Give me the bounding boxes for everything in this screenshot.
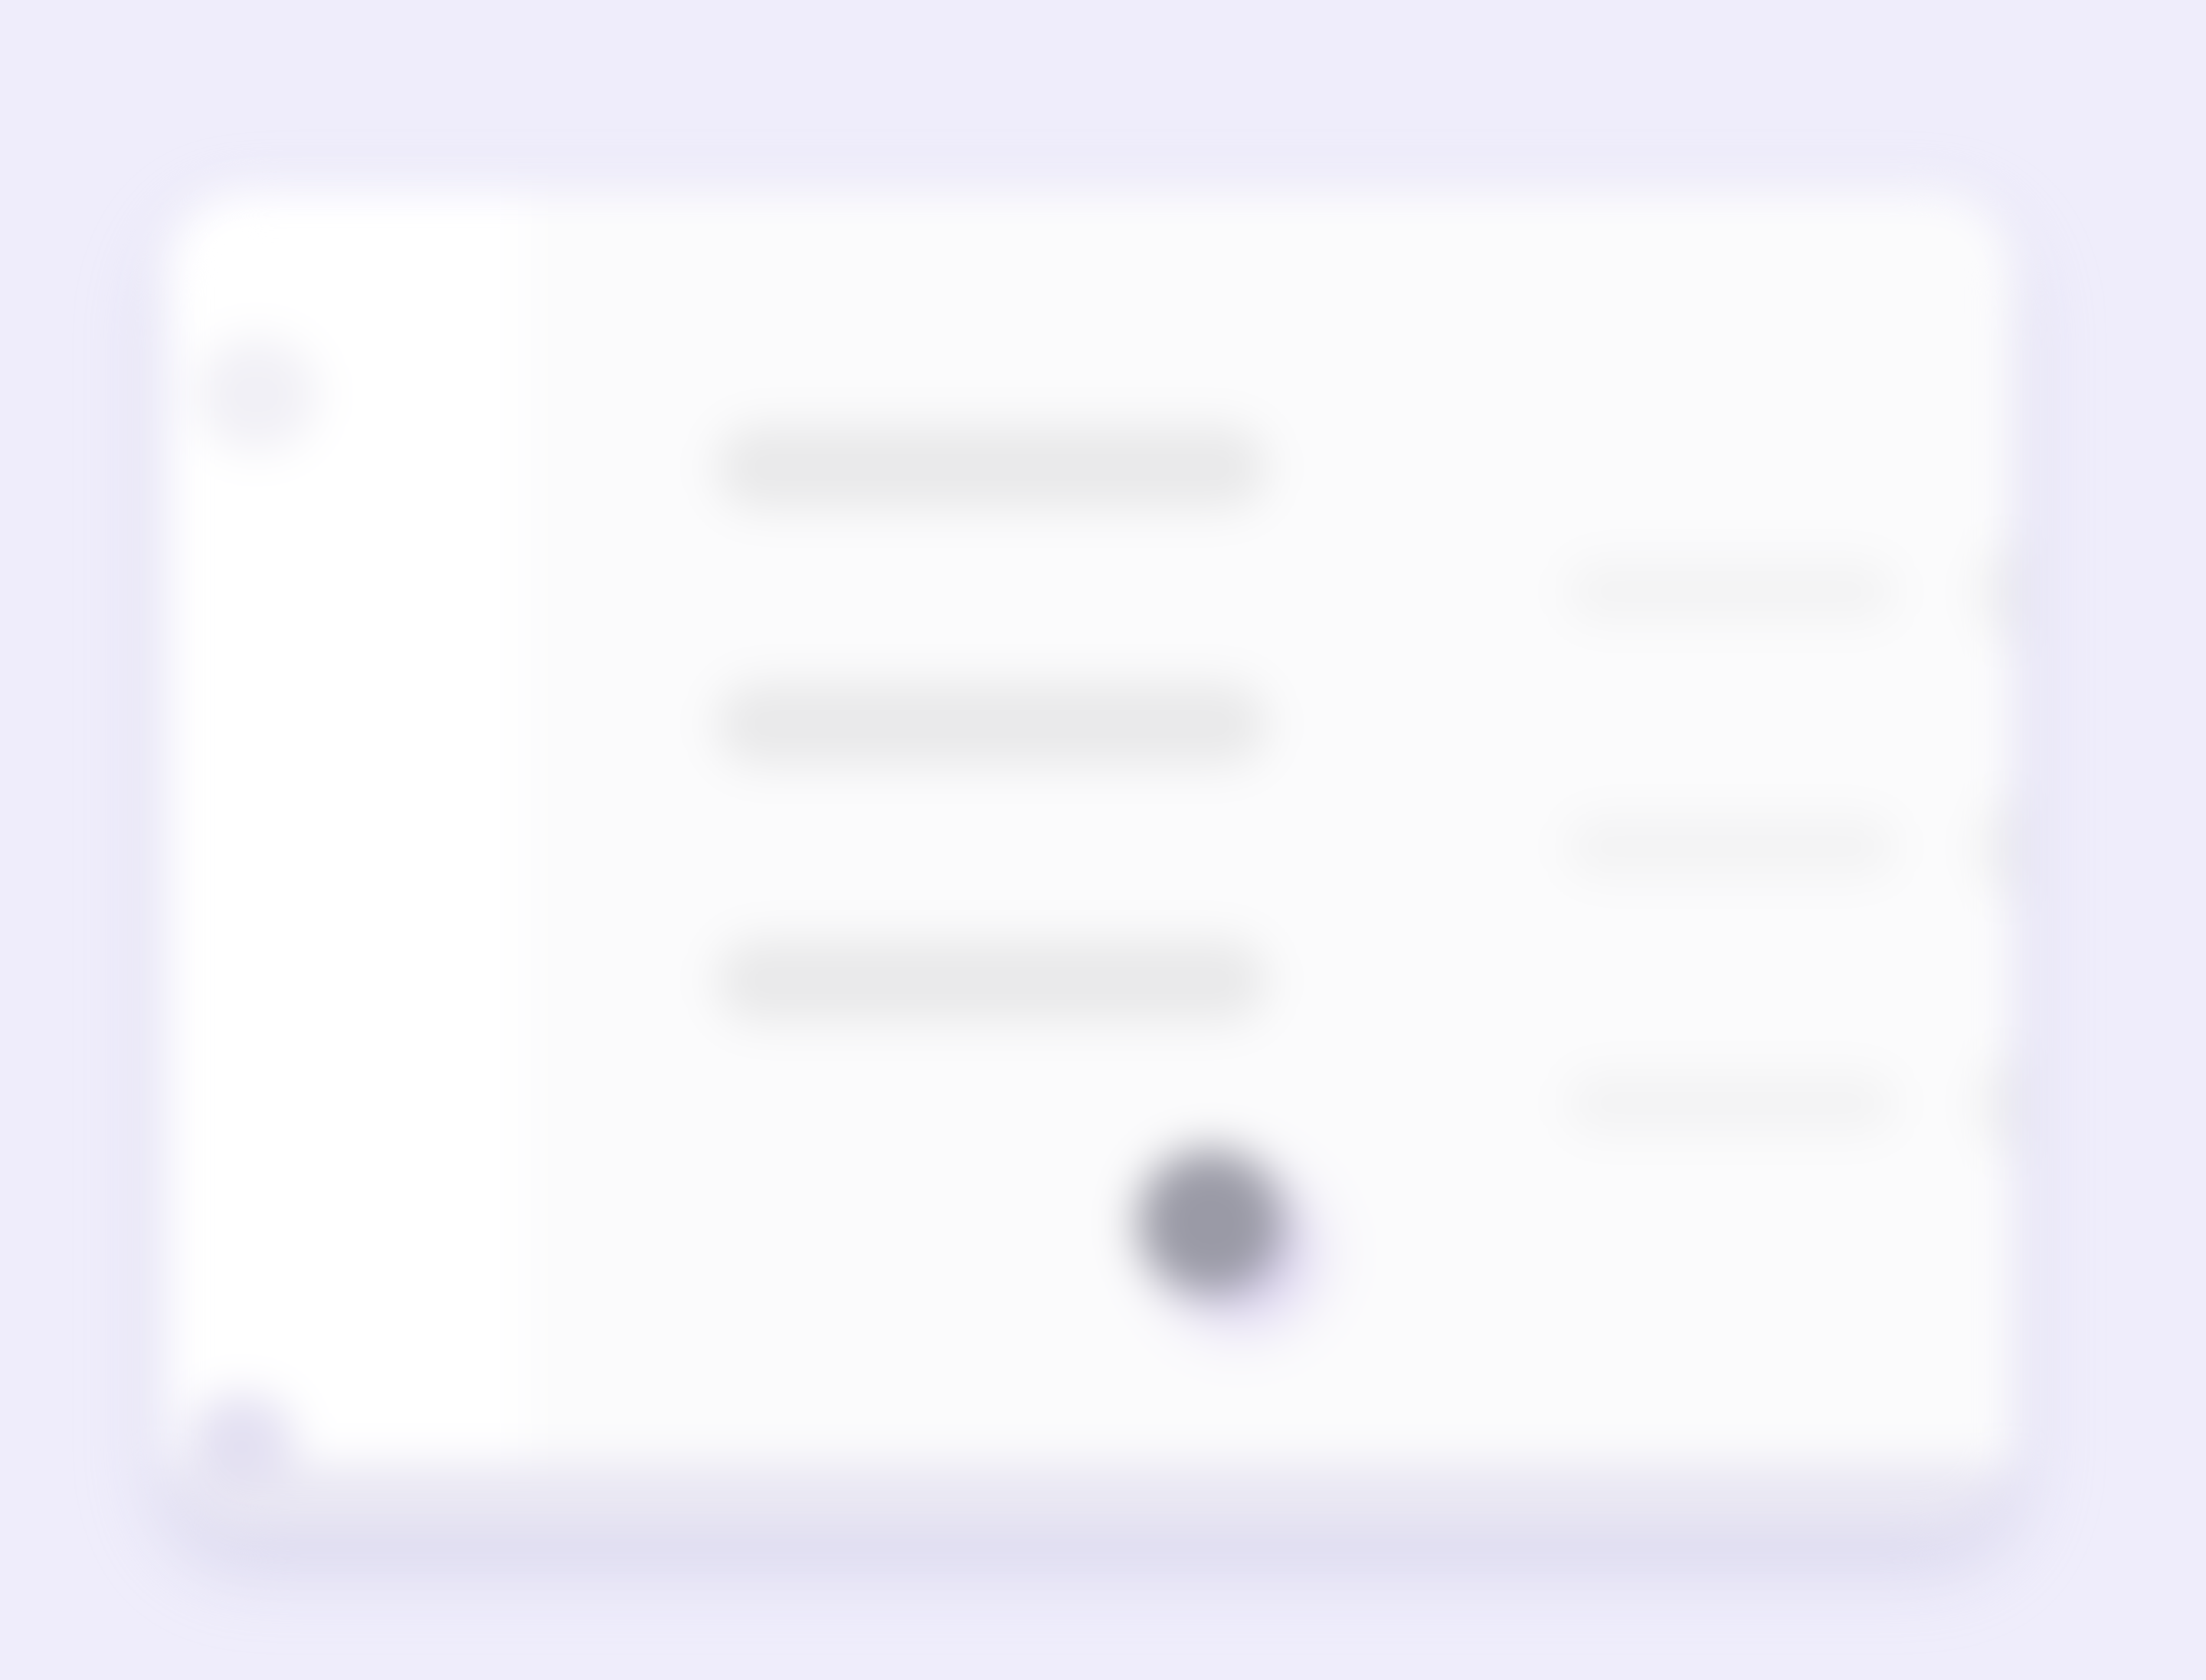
toggle-icon[interactable] — [1980, 1040, 2015, 1167]
toggle-icon[interactable] — [1980, 783, 2015, 910]
app-window — [165, 192, 2015, 1532]
settings-row-label — [1566, 1073, 1896, 1134]
settings-row-3 — [1375, 1030, 2015, 1176]
floating-action-button[interactable] — [1137, 1149, 1283, 1295]
settings-row-2 — [1375, 774, 2015, 919]
blurred-screen — [0, 0, 2206, 1680]
toggle-icon[interactable] — [1980, 528, 2015, 655]
sidebar — [165, 192, 525, 1467]
menu-item-label — [716, 938, 1268, 1023]
menu-item-label — [716, 425, 1268, 509]
menu-item-label — [716, 682, 1268, 766]
settings-row-label — [1566, 816, 1896, 877]
menu-item-2[interactable] — [632, 651, 1352, 797]
bottom-bar — [165, 1463, 2015, 1532]
avatar-icon[interactable] — [195, 337, 318, 452]
settings-icon[interactable] — [188, 1394, 295, 1486]
settings-row-1 — [1375, 519, 2015, 664]
menu-item-1[interactable] — [632, 395, 1352, 540]
settings-row-label — [1566, 561, 1896, 622]
menu-item-3[interactable] — [632, 908, 1352, 1053]
